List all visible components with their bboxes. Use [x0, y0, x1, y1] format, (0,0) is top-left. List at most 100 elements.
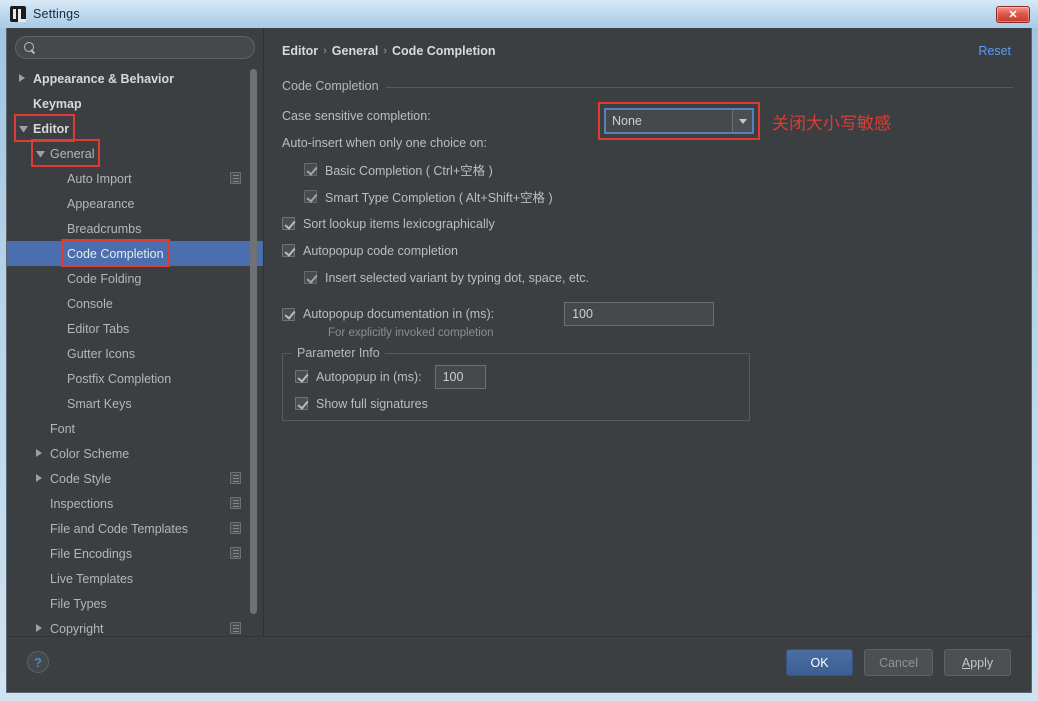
- breadcrumb-code-completion: Code Completion: [392, 44, 496, 58]
- param-autopopup-input[interactable]: 100: [434, 364, 486, 389]
- sidebar-item-file-and-code-templates[interactable]: File and Code Templates: [7, 516, 263, 541]
- chevron-right-icon[interactable]: [36, 449, 45, 458]
- apply-button[interactable]: Apply: [944, 649, 1011, 676]
- smart-type-completion-row[interactable]: Smart Type Completion ( Alt+Shift+空格 ): [282, 183, 1013, 210]
- show-signatures-row[interactable]: Show full signatures: [295, 390, 737, 417]
- show-signatures-label: Show full signatures: [316, 396, 428, 411]
- sidebar-item-postfix-completion[interactable]: Postfix Completion: [7, 366, 263, 391]
- cancel-button[interactable]: Cancel: [864, 649, 933, 676]
- settings-main-panel: Editor › General › Code Completion Reset…: [264, 28, 1031, 636]
- autopopup-doc-input[interactable]: 100: [564, 302, 715, 326]
- sidebar-item-code-completion[interactable]: Code Completion: [7, 241, 263, 266]
- sidebar-item-label: Code Style: [50, 471, 112, 486]
- ok-button[interactable]: OK: [786, 649, 854, 676]
- group-divider: [282, 87, 1013, 88]
- basic-completion-checkbox[interactable]: [304, 163, 317, 176]
- sidebar-item-label: Live Templates: [50, 571, 134, 586]
- param-autopopup-row[interactable]: Autopopup in (ms): 100: [295, 363, 737, 390]
- autopopup-doc-checkbox[interactable]: [282, 307, 295, 321]
- settings-tree[interactable]: Appearance & Behavior Keymap Editor General…: [7, 65, 263, 636]
- chevron-down-icon[interactable]: [36, 149, 45, 158]
- project-scope-icon: [230, 547, 241, 559]
- chevron-down-icon[interactable]: [19, 124, 28, 133]
- basic-completion-row[interactable]: Basic Completion ( Ctrl+空格 ): [282, 156, 1013, 183]
- code-completion-rows: Case sensitive completion: Auto-insert w…: [282, 102, 1013, 339]
- sidebar-item-live-templates[interactable]: Live Templates: [7, 566, 263, 591]
- chevron-right-icon[interactable]: [19, 74, 28, 83]
- chevron-right-icon[interactable]: [36, 624, 45, 633]
- sidebar-scrollbar-track[interactable]: [250, 67, 260, 627]
- dialog-buttons: OK Cancel Apply: [786, 649, 1011, 676]
- insert-selected-variant-checkbox[interactable]: [304, 271, 317, 284]
- search-box[interactable]: [15, 36, 255, 59]
- sidebar-item-label: Keymap: [33, 96, 82, 111]
- sidebar-item-appearance-behavior[interactable]: Appearance & Behavior: [7, 66, 263, 91]
- sidebar-item-file-encodings[interactable]: File Encodings: [7, 541, 263, 566]
- sidebar-item-label: File and Code Templates: [50, 521, 189, 536]
- close-icon[interactable]: ✕: [996, 6, 1030, 23]
- smart-type-completion-checkbox[interactable]: [304, 190, 317, 203]
- sidebar-item-label: Color Scheme: [50, 446, 130, 461]
- sidebar-item-code-folding[interactable]: Code Folding: [7, 266, 263, 291]
- breadcrumb: Editor › General › Code Completion: [282, 44, 1013, 58]
- sidebar-item-label: Console: [67, 296, 113, 311]
- breadcrumb-editor[interactable]: Editor: [282, 44, 318, 58]
- sidebar-item-copyright[interactable]: Copyright: [7, 616, 263, 636]
- project-scope-icon: [230, 622, 241, 634]
- breadcrumb-general[interactable]: General: [332, 44, 379, 58]
- chevron-right-icon[interactable]: [36, 474, 45, 483]
- sidebar-item-auto-import[interactable]: Auto Import: [7, 166, 263, 191]
- sidebar-item-gutter-icons[interactable]: Gutter Icons: [7, 341, 263, 366]
- settings-sidebar: Appearance & Behavior Keymap Editor General…: [7, 28, 264, 636]
- sidebar-item-file-types[interactable]: File Types: [7, 591, 263, 616]
- param-autopopup-checkbox[interactable]: [295, 370, 308, 383]
- dialog-content: Appearance & Behavior Keymap Editor General…: [7, 28, 1031, 636]
- sidebar-item-console[interactable]: Console: [7, 291, 263, 316]
- project-scope-icon: [230, 172, 241, 184]
- sidebar-item-keymap[interactable]: Keymap: [7, 91, 263, 116]
- sidebar-item-appearance[interactable]: Appearance: [7, 191, 263, 216]
- sidebar-item-editor-tabs[interactable]: Editor Tabs: [7, 316, 263, 341]
- show-signatures-checkbox[interactable]: [295, 397, 308, 410]
- sidebar-item-editor[interactable]: Editor: [7, 116, 263, 141]
- project-scope-icon: [230, 497, 241, 509]
- search-input[interactable]: [41, 39, 246, 56]
- sidebar-item-smart-keys[interactable]: Smart Keys: [7, 391, 263, 416]
- insert-selected-variant-label: Insert selected variant by typing dot, s…: [325, 270, 590, 285]
- breadcrumb-separator-2: ›: [383, 45, 388, 57]
- apply-mnemonic: A: [961, 655, 971, 670]
- sidebar-item-breadcrumbs[interactable]: Breadcrumbs: [7, 216, 263, 241]
- project-scope-icon: [230, 472, 241, 484]
- sort-lookup-checkbox[interactable]: [282, 217, 295, 230]
- chevron-down-icon[interactable]: [732, 109, 753, 133]
- autopopup-doc-row[interactable]: Autopopup documentation in (ms): 100: [282, 297, 1013, 331]
- sidebar-item-inspections[interactable]: Inspections: [7, 491, 263, 516]
- apply-rest: pply: [970, 655, 994, 670]
- help-icon[interactable]: ?: [27, 651, 49, 673]
- sidebar-item-font[interactable]: Font: [7, 416, 263, 441]
- sidebar-item-general[interactable]: General: [7, 141, 263, 166]
- sort-lookup-row[interactable]: Sort lookup items lexicographically: [282, 210, 1013, 237]
- dialog-body: Appearance & Behavior Keymap Editor General…: [6, 28, 1032, 693]
- sidebar-item-color-scheme[interactable]: Color Scheme: [7, 441, 263, 466]
- sidebar-item-code-style[interactable]: Code Style: [7, 466, 263, 491]
- sidebar-scrollbar-thumb[interactable]: [250, 69, 257, 614]
- autopopup-code-checkbox[interactable]: [282, 244, 295, 257]
- code-completion-group: Code Completion Case sensitive completio…: [282, 79, 1013, 339]
- autopopup-code-row[interactable]: Autopopup code completion: [282, 237, 1013, 264]
- case-sensitive-dropdown[interactable]: None: [604, 108, 754, 134]
- insert-selected-variant-row[interactable]: Insert selected variant by typing dot, s…: [282, 264, 1013, 291]
- reset-link[interactable]: Reset: [978, 44, 1011, 58]
- parameter-info-title: Parameter Info: [292, 346, 385, 360]
